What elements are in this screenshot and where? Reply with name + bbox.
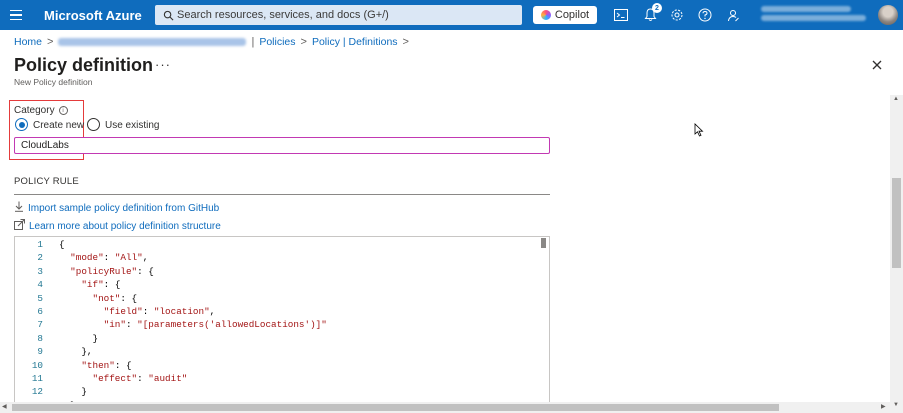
line-number: 4 [37, 279, 43, 291]
vertical-scrollbar[interactable]: ▲ ▼ [890, 95, 903, 413]
code-line[interactable]: 9 }, [15, 346, 92, 359]
code-line[interactable]: 5 "not": { [15, 293, 137, 306]
code-text[interactable]: } [43, 333, 98, 346]
learn-more-link-label[interactable]: Learn more about policy definition struc… [29, 221, 221, 232]
breadcrumb-definitions[interactable]: Policy | Definitions [312, 36, 398, 48]
code-line[interactable]: 7 "in": "[parameters('allowedLocations')… [15, 319, 327, 332]
code-text[interactable]: "field": "location", [43, 306, 216, 319]
line-number: 3 [37, 265, 43, 277]
scroll-down-icon[interactable]: ▼ [893, 402, 899, 408]
breadcrumb-separator: | [251, 36, 255, 48]
feedback-icon[interactable] [725, 7, 741, 23]
breadcrumb-scope[interactable] [58, 38, 247, 46]
code-text[interactable]: "in": "[parameters('allowedLocations')]" [43, 319, 327, 332]
code-line[interactable]: 2 "mode": "All", [15, 252, 148, 265]
breadcrumb-home[interactable]: Home [14, 36, 42, 48]
category-label: Category i [14, 105, 68, 116]
search-box[interactable]: Search resources, services, and docs (G+… [155, 5, 522, 25]
page-title: Policy definition [14, 55, 154, 75]
code-text[interactable]: } [43, 386, 87, 399]
code-text[interactable]: { [43, 239, 65, 252]
category-label-text: Category [14, 105, 55, 116]
code-text[interactable]: "policyRule": { [43, 266, 154, 279]
avatar[interactable] [878, 5, 898, 25]
code-line[interactable]: 10 "then": { [15, 360, 132, 373]
editor-scrollbar[interactable] [541, 238, 546, 248]
copilot-label: Copilot [554, 9, 590, 21]
horizontal-scroll-thumb[interactable] [12, 404, 779, 411]
line-number: 12 [31, 386, 43, 398]
download-icon [14, 201, 24, 215]
category-input[interactable] [14, 137, 550, 154]
account-info[interactable] [761, 6, 871, 24]
external-link-icon [14, 219, 25, 233]
scroll-up-icon[interactable]: ▲ [893, 96, 899, 102]
horizontal-scrollbar[interactable]: ◀ ▶ [0, 402, 890, 413]
divider [14, 194, 550, 195]
brand-name[interactable]: Microsoft Azure [44, 8, 154, 23]
mouse-cursor-icon [694, 123, 704, 142]
notification-badge: 2 [652, 3, 662, 13]
copilot-icon [540, 10, 551, 20]
breadcrumb-separator: > [300, 36, 307, 48]
learn-more-link[interactable]: Learn more about policy definition struc… [14, 219, 221, 233]
copilot-button[interactable]: Copilot [533, 6, 597, 24]
code-line[interactable]: 11 "effect": "audit" [15, 373, 188, 386]
line-number: 5 [37, 292, 43, 304]
line-number: 11 [31, 373, 43, 384]
policy-rule-heading: POLICY RULE [14, 176, 79, 187]
line-number: 2 [37, 252, 43, 264]
page-subtitle: New Policy definition [14, 77, 93, 87]
vertical-scroll-thumb[interactable] [892, 178, 901, 268]
code-line[interactable]: 3 "policyRule": { [15, 265, 154, 279]
code-editor[interactable]: 1{2 "mode": "All", 3 "policyRule": {4 "if… [14, 236, 550, 404]
line-number: 6 [37, 306, 43, 317]
line-number: 10 [31, 359, 43, 371]
breadcrumb: Home > | Policies > Policy | Definitions… [14, 36, 409, 48]
settings-icon[interactable] [669, 7, 685, 23]
code-text[interactable]: "then": { [43, 360, 131, 373]
code-line[interactable]: 6 "field": "location", [15, 306, 215, 319]
menu-icon[interactable] [0, 0, 32, 30]
import-link-label[interactable]: Import sample policy definition from Git… [28, 203, 219, 214]
line-number: 8 [37, 332, 43, 344]
code-text[interactable]: "not": { [43, 293, 137, 306]
account-name [761, 6, 851, 12]
notifications-icon[interactable]: 2 [642, 3, 662, 23]
scroll-left-icon[interactable]: ◀ [2, 403, 7, 410]
code-line[interactable]: 1{ [15, 239, 65, 252]
code-line[interactable]: 8 } [15, 333, 98, 346]
code-text[interactable]: "effect": "audit" [43, 373, 187, 386]
line-number: 9 [37, 346, 43, 358]
help-icon[interactable] [697, 7, 713, 23]
scroll-right-icon[interactable]: ▶ [881, 403, 886, 410]
breadcrumb-separator: > [47, 36, 54, 48]
create-new-label[interactable]: Create new [33, 120, 84, 131]
search-placeholder: Search resources, services, and docs (G+… [177, 9, 389, 21]
code-line[interactable]: 12 } [15, 386, 87, 399]
account-directory [761, 15, 866, 21]
code-line[interactable]: 4 "if": { [15, 279, 120, 292]
cloud-shell-icon[interactable] [613, 7, 629, 23]
create-new-radio[interactable] [15, 118, 28, 131]
use-existing-radio[interactable] [87, 118, 100, 131]
search-icon [159, 10, 177, 21]
import-link[interactable]: Import sample policy definition from Git… [14, 201, 219, 215]
info-icon[interactable]: i [58, 106, 68, 115]
more-actions-button[interactable]: ··· [155, 57, 171, 72]
breadcrumb-policies[interactable]: Policies [259, 36, 295, 48]
line-number: 1 [37, 239, 43, 250]
close-icon[interactable] [869, 57, 885, 73]
code-text[interactable]: "mode": "All", [43, 252, 148, 265]
line-number: 7 [37, 319, 43, 331]
code-text[interactable]: }, [43, 346, 92, 359]
use-existing-label[interactable]: Use existing [105, 120, 159, 131]
breadcrumb-separator: > [402, 36, 409, 48]
code-text[interactable]: "if": { [43, 279, 120, 292]
